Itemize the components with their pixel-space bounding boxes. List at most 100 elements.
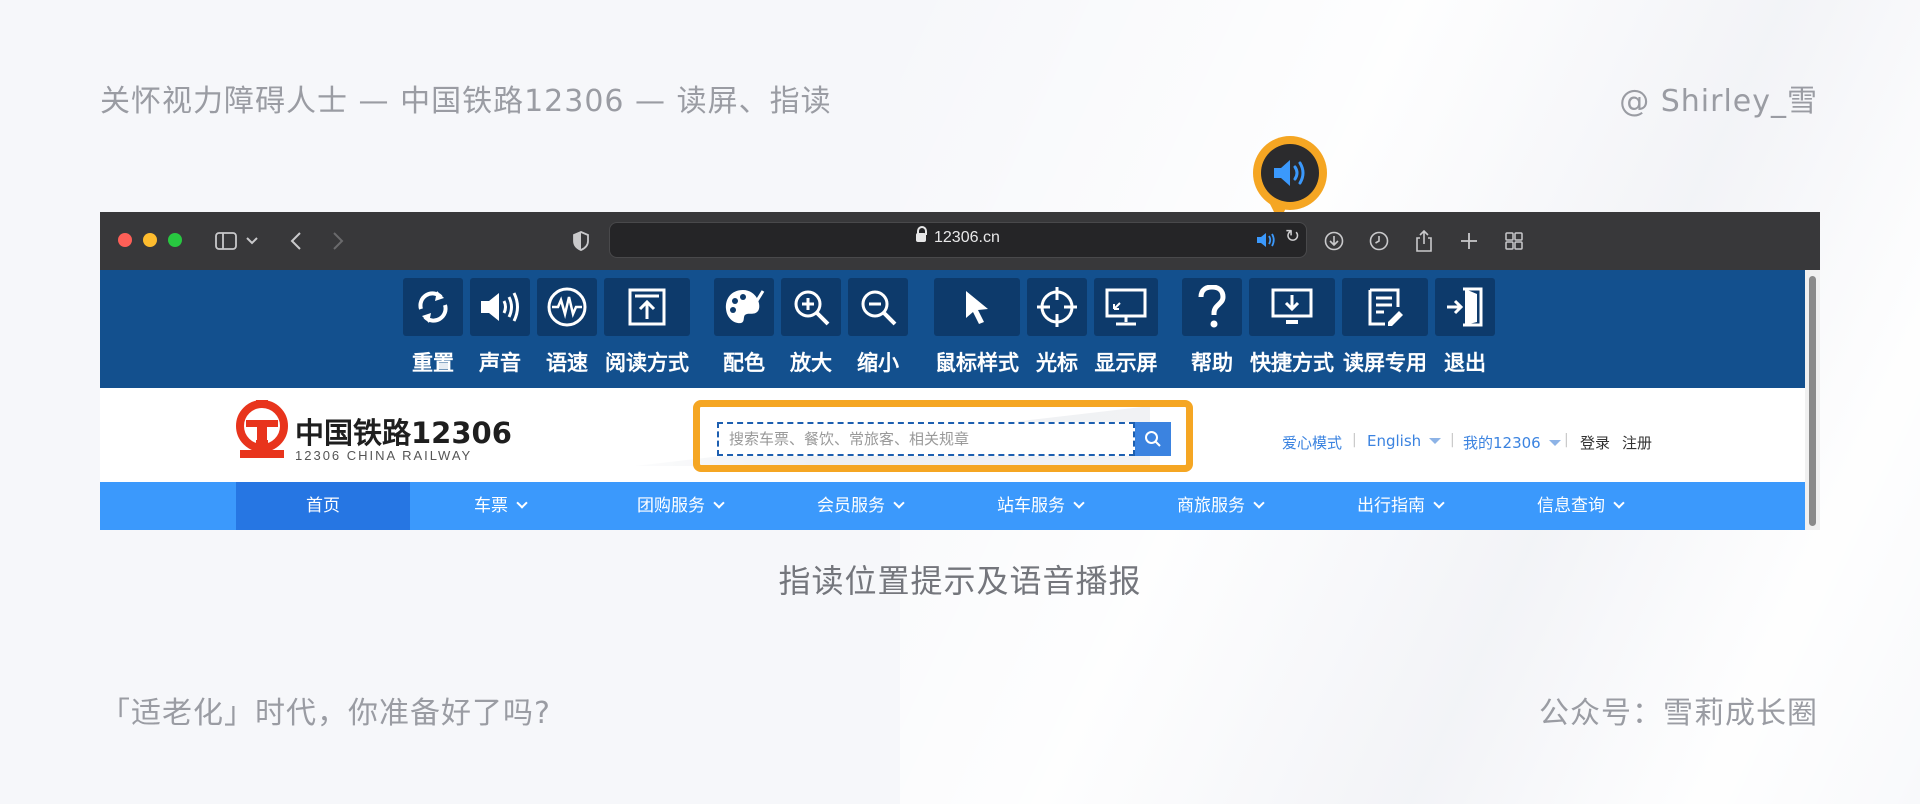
tool-zoom-in-box bbox=[781, 278, 841, 336]
nav-label: 团购服务 bbox=[637, 496, 705, 516]
chevron-right-icon bbox=[333, 232, 344, 250]
reload-icon[interactable]: ↻ bbox=[1285, 226, 1300, 247]
cursor-icon bbox=[966, 291, 988, 324]
chevron-down-icon bbox=[893, 497, 905, 509]
chevron-left-icon bbox=[290, 232, 301, 250]
tool-sound[interactable]: 声音 bbox=[470, 278, 530, 380]
tool-color[interactable]: 配色 bbox=[714, 278, 774, 380]
speaker-callout bbox=[1253, 136, 1327, 210]
accessibility-toolbar: 重置 声音 语速 阅读方式 配色 放大 缩小 鼠标样式 光标 显示屏 帮助 快捷… bbox=[100, 270, 1805, 388]
nav-business-services[interactable]: 商旅服务 bbox=[1130, 482, 1310, 530]
tool-crosshair[interactable]: 光标 bbox=[1027, 278, 1087, 380]
minimize-window-button[interactable] bbox=[143, 233, 157, 247]
tool-label: 缩小 bbox=[857, 351, 899, 375]
back-button[interactable] bbox=[286, 226, 306, 256]
tool-cursor-style[interactable]: 鼠标样式 bbox=[934, 278, 1020, 380]
divider: | bbox=[1352, 432, 1357, 448]
monitor-icon bbox=[1105, 288, 1147, 326]
shortcut-icon bbox=[1271, 288, 1313, 324]
nav-group-services[interactable]: 团购服务 bbox=[590, 482, 770, 530]
tool-display[interactable]: 显示屏 bbox=[1094, 278, 1158, 380]
refresh-icon bbox=[418, 291, 448, 323]
nav-tickets[interactable]: 车票 bbox=[410, 482, 590, 530]
tool-screen-reader-box bbox=[1342, 278, 1428, 336]
crosshair-icon bbox=[1037, 287, 1077, 327]
tool-zoom-in[interactable]: 放大 bbox=[781, 278, 841, 380]
nav-travel-guide[interactable]: 出行指南 bbox=[1310, 482, 1490, 530]
page-scrollbar[interactable] bbox=[1805, 270, 1820, 530]
tool-zoom-out[interactable]: 缩小 bbox=[848, 278, 908, 380]
speaker-icon bbox=[481, 292, 519, 322]
clock-icon bbox=[1369, 231, 1389, 251]
zoom-in-icon bbox=[794, 290, 830, 326]
register-link[interactable]: 注册 bbox=[1622, 432, 1652, 453]
exit-icon bbox=[1447, 287, 1483, 327]
tool-shortcuts-box bbox=[1249, 278, 1335, 336]
login-link[interactable]: 登录 bbox=[1580, 432, 1610, 453]
nav-label: 商旅服务 bbox=[1177, 496, 1245, 516]
forward-button[interactable] bbox=[328, 226, 348, 256]
my12306-menu[interactable]: 我的12306 bbox=[1463, 432, 1561, 453]
upload-icon bbox=[628, 288, 666, 326]
speaker-icon bbox=[1274, 160, 1305, 186]
palette-icon bbox=[725, 290, 765, 324]
tool-color-box bbox=[714, 278, 774, 336]
my12306-label: 我的12306 bbox=[1463, 434, 1541, 452]
browser-toolbar: 12306.cn ↻ bbox=[100, 212, 1820, 270]
history-button[interactable] bbox=[1367, 226, 1391, 256]
tool-help-box bbox=[1182, 278, 1242, 336]
tool-label: 快捷方式 bbox=[1250, 351, 1334, 375]
close-window-button[interactable] bbox=[118, 233, 132, 247]
maximize-window-button[interactable] bbox=[168, 233, 182, 247]
address-bar[interactable]: 12306.cn ↻ bbox=[609, 222, 1307, 258]
nav-station-services[interactable]: 站车服务 bbox=[950, 482, 1130, 530]
tool-read-mode[interactable]: 阅读方式 bbox=[604, 278, 690, 380]
language-menu[interactable]: English bbox=[1367, 432, 1442, 450]
care-mode-link[interactable]: 爱心模式 bbox=[1282, 432, 1342, 453]
privacy-shield-button[interactable] bbox=[570, 226, 592, 256]
caret-down-icon bbox=[1548, 440, 1561, 446]
tool-speed[interactable]: 语速 bbox=[537, 278, 597, 380]
scrollbar-thumb[interactable] bbox=[1809, 276, 1816, 526]
site-header: 中国铁路12306 12306 CHINA RAILWAY 爱心模式 | Eng… bbox=[100, 388, 1805, 482]
tool-zoom-out-box bbox=[848, 278, 908, 336]
logo-title: 中国铁路12306 bbox=[295, 416, 512, 450]
caption-author: @ Shirley_雪 bbox=[1619, 84, 1818, 119]
tool-speed-box bbox=[537, 278, 597, 336]
tool-label: 阅读方式 bbox=[605, 351, 689, 375]
plus-icon bbox=[1461, 233, 1477, 249]
chevron-down-icon bbox=[713, 497, 725, 509]
search-input[interactable] bbox=[717, 422, 1135, 456]
downloads-button[interactable] bbox=[1322, 226, 1346, 256]
new-tab-button[interactable] bbox=[1457, 226, 1481, 256]
main-nav: 首页 车票 团购服务 会员服务 站车服务 商旅服务 出行指南 信息查询 bbox=[100, 482, 1805, 530]
tool-help[interactable]: 帮助 bbox=[1182, 278, 1242, 380]
waveform-icon bbox=[547, 287, 587, 327]
tool-reset[interactable]: 重置 bbox=[403, 278, 463, 380]
share-button[interactable] bbox=[1412, 226, 1436, 256]
tool-exit-box bbox=[1435, 278, 1495, 336]
nav-label: 出行指南 bbox=[1357, 496, 1425, 516]
chevron-down-icon bbox=[246, 237, 258, 245]
railway-logo-icon[interactable] bbox=[234, 400, 290, 462]
sidebar-toggle-button[interactable] bbox=[212, 226, 240, 256]
sidebar-menu-button[interactable] bbox=[244, 226, 260, 256]
document-icon bbox=[1368, 288, 1403, 326]
nav-home[interactable]: 首页 bbox=[236, 482, 410, 530]
tool-read-mode-box bbox=[604, 278, 690, 336]
nav-label: 会员服务 bbox=[817, 496, 885, 516]
tool-crosshair-box bbox=[1027, 278, 1087, 336]
nav-label: 站车服务 bbox=[997, 496, 1065, 516]
nav-info-query[interactable]: 信息查询 bbox=[1490, 482, 1670, 530]
nav-member-services[interactable]: 会员服务 bbox=[770, 482, 950, 530]
shield-icon bbox=[573, 231, 589, 251]
tool-exit[interactable]: 退出 bbox=[1435, 278, 1495, 380]
tool-shortcuts[interactable]: 快捷方式 bbox=[1249, 278, 1335, 380]
search-button[interactable] bbox=[1135, 422, 1171, 456]
caption-account: 公众号：雪莉成长圈 bbox=[1539, 696, 1818, 731]
tool-screen-reader[interactable]: 读屏专用 bbox=[1342, 278, 1428, 380]
tab-overview-button[interactable] bbox=[1502, 226, 1526, 256]
caption-title: 关怀视力障碍人士 — 中国铁路12306 — 读屏、指读 bbox=[100, 84, 832, 119]
speaker-icon[interactable] bbox=[1256, 230, 1276, 250]
help-icon bbox=[1198, 285, 1226, 328]
